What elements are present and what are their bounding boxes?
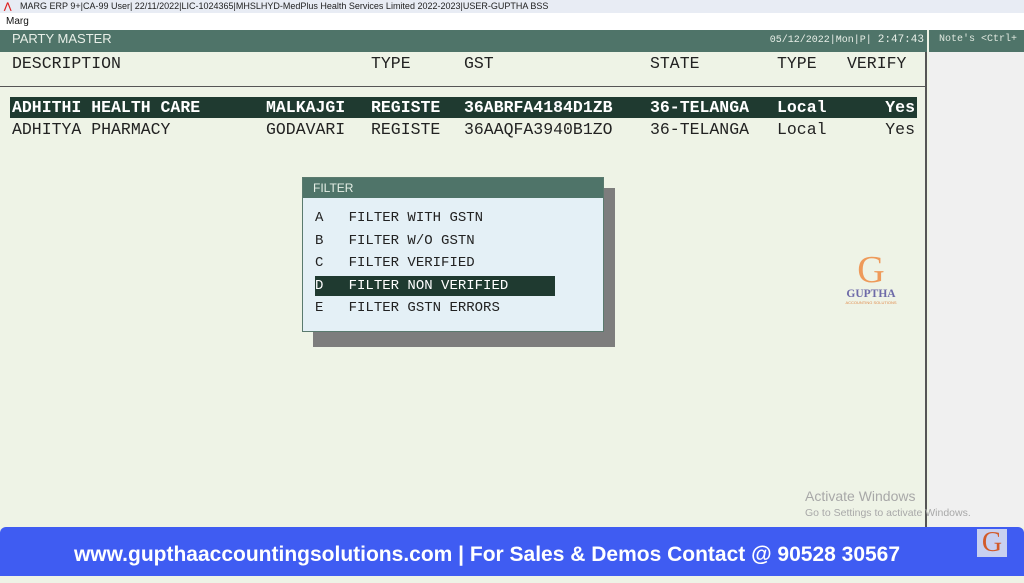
filter-dialog: FILTER A FILTER WITH GSTN B FILTER W/O G… — [302, 177, 604, 332]
cell-party-type: Local — [777, 120, 827, 139]
cell-state: 36-TELANGA — [650, 120, 750, 139]
option-key: C — [315, 255, 324, 271]
cell-description: ADHITYA PHARMACY — [12, 120, 171, 139]
cell-type: REGISTE — [371, 98, 441, 117]
option-label: FILTER W/O GSTN — [348, 233, 475, 249]
watermark-brand: GUPTHA — [846, 288, 896, 300]
date-time: 05/12/2022|Mon|P| 2:47:43 — [770, 30, 924, 51]
notes-panel — [929, 30, 1024, 527]
filter-option-d[interactable]: D FILTER NON VERIFIED — [315, 276, 555, 296]
col-description: DESCRIPTION — [12, 54, 121, 73]
col-party-type: TYPE — [777, 54, 817, 73]
watermark-tagline: ACCOUNTING SOLUTIONS — [845, 300, 897, 305]
window-title: MARG ERP 9+|CA-99 User| 22/11/2022|LIC-1… — [20, 1, 549, 11]
cell-party-type: Local — [777, 98, 827, 117]
menu-marg[interactable]: Marg — [6, 16, 29, 27]
guptha-g-icon: G — [857, 249, 885, 291]
option-key: D — [315, 278, 324, 294]
option-key: B — [315, 233, 324, 249]
activate-windows: Activate Windows — [805, 488, 916, 504]
option-label: FILTER NON VERIFIED — [348, 278, 509, 294]
cell-verify: Yes — [885, 98, 915, 117]
option-label: FILTER VERIFIED — [348, 255, 475, 271]
page-title: PARTY MASTER — [12, 31, 112, 46]
cell-type: REGISTE — [371, 120, 441, 139]
cell-gst: 36ABRFA4184D1ZB — [464, 98, 613, 117]
column-headers: DESCRIPTION TYPE GST STATE TYPE VERIFY — [0, 53, 927, 87]
filter-option-b[interactable]: B FILTER W/O GSTN — [315, 231, 555, 251]
cell-verify: Yes — [885, 120, 915, 139]
col-gst: GST — [464, 54, 494, 73]
promo-banner: www.gupthaaccountingsolutions.com | For … — [0, 527, 1024, 576]
filter-option-a[interactable]: A FILTER WITH GSTN — [315, 208, 555, 228]
filter-option-c[interactable]: C FILTER VERIFIED — [315, 253, 555, 273]
cell-gst: 36AAQFA3940B1ZO — [464, 120, 613, 139]
filter-option-e[interactable]: E FILTER GSTN ERRORS — [315, 298, 555, 318]
window-title-bar: MARG ERP 9+|CA-99 User| 22/11/2022|LIC-1… — [0, 0, 1024, 13]
notes-header: Note's <Ctrl+ — [929, 30, 1024, 52]
option-key: E — [315, 300, 324, 316]
table-row[interactable]: ADHITYA PHARMACY GODAVARI REGISTE 36AAQF… — [10, 119, 917, 140]
col-verify: VERIFY — [847, 54, 907, 73]
cell-area: MALKAJGI — [266, 98, 346, 117]
table-row[interactable]: ADHITHI HEALTH CARE MALKAJGI REGISTE 36A… — [10, 97, 917, 118]
cell-state: 36-TELANGA — [650, 98, 750, 117]
option-label: FILTER GSTN ERRORS — [348, 300, 500, 316]
guptha-watermark-logo: G GUPTHA ACCOUNTING SOLUTIONS — [840, 249, 902, 305]
banner-text: www.gupthaaccountingsolutions.com | For … — [73, 543, 901, 566]
time: 2:47:43 — [877, 34, 924, 46]
col-type: TYPE — [371, 54, 411, 73]
app-logo-icon: ⋀ — [4, 1, 12, 11]
filter-dialog-title: FILTER — [303, 178, 603, 198]
date: 05/12/2022|Mon|P| — [769, 35, 872, 46]
cell-description: ADHITHI HEALTH CARE — [12, 98, 201, 117]
option-key: A — [315, 210, 324, 226]
menu-bar: Marg — [0, 13, 1024, 30]
notes-title: Note's <Ctrl+ — [939, 34, 1018, 45]
activate-windows-sub: Go to Settings to activate Windows. — [805, 507, 971, 519]
col-state: STATE — [650, 54, 700, 73]
guptha-logo-icon: G — [977, 529, 1007, 557]
option-label: FILTER WITH GSTN — [348, 210, 484, 226]
cell-area: GODAVARI — [266, 120, 346, 139]
